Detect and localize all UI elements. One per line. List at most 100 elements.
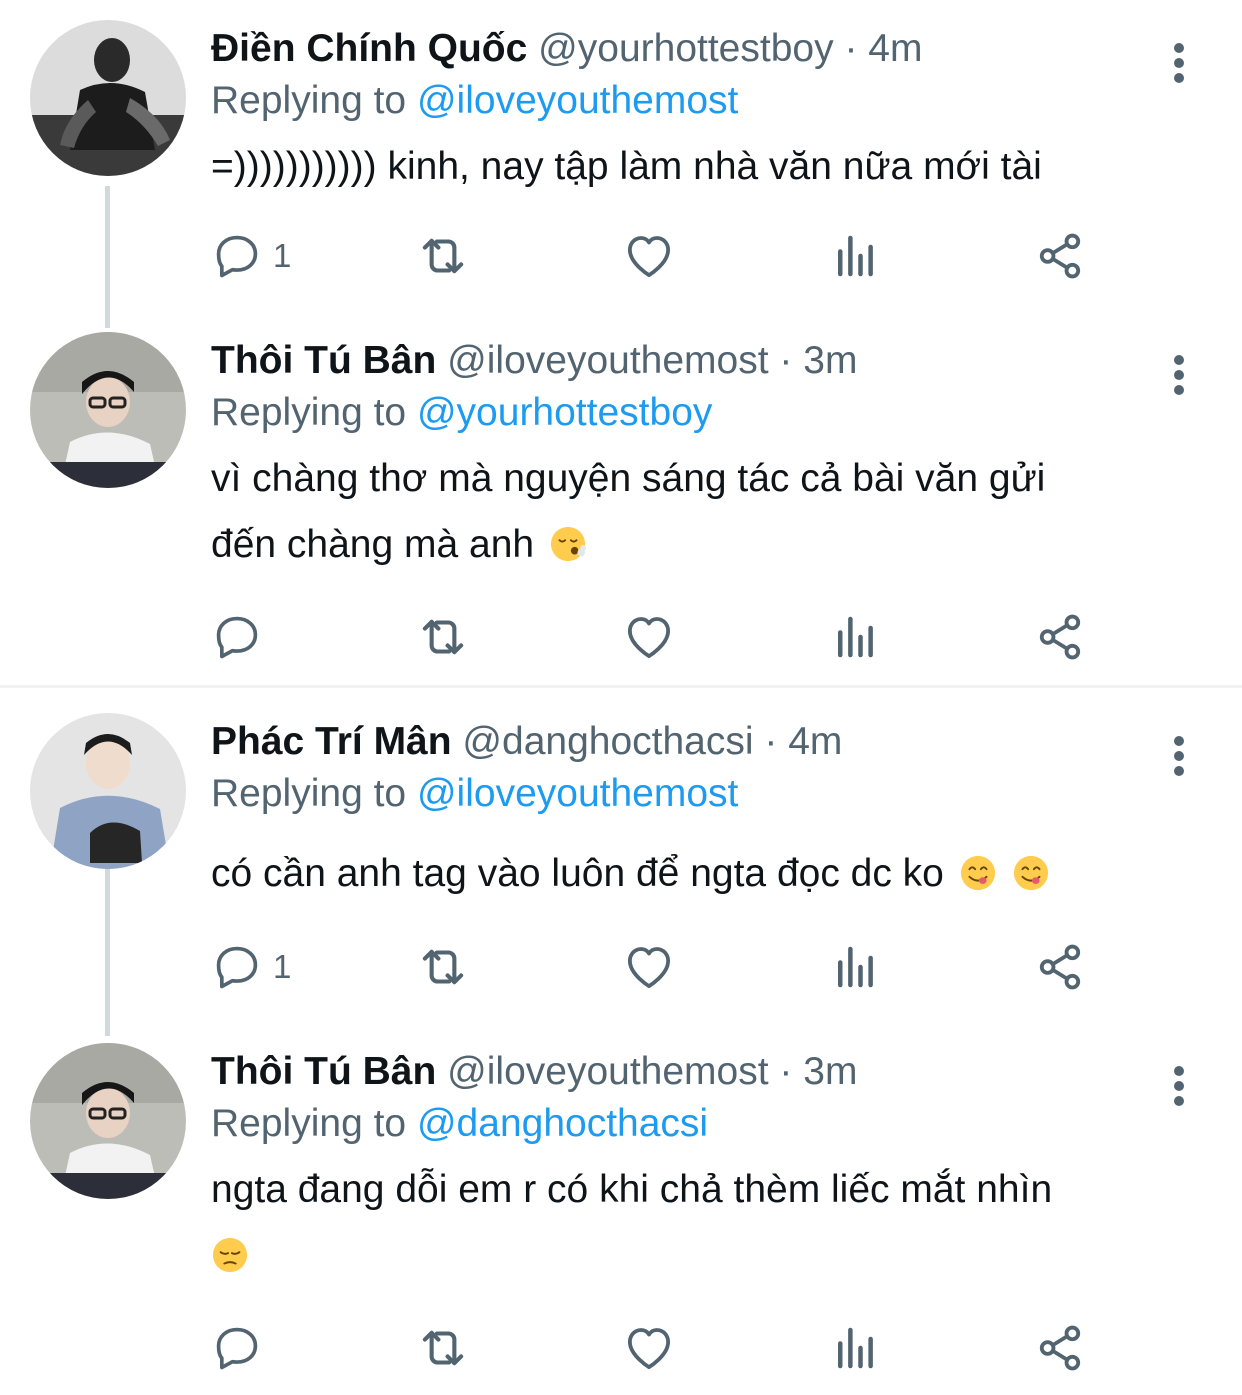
- retweet-button[interactable]: [414, 1320, 472, 1376]
- tweet[interactable]: Thôi Tú Bân @iloveyouthemost · 3m Replyi…: [0, 332, 1242, 672]
- tweet-header: Thôi Tú Bân @iloveyouthemost · 3m: [211, 336, 857, 386]
- replying-prefix: Replying to: [211, 391, 407, 434]
- user-handle[interactable]: @yourhottestboy: [538, 27, 833, 70]
- like-icon: [622, 229, 676, 283]
- share-icon: [1033, 610, 1087, 664]
- action-bar: [211, 609, 1111, 665]
- like-button[interactable]: [622, 228, 676, 284]
- retweet-icon: [414, 1319, 472, 1377]
- mention-link[interactable]: @yourhottestboy: [417, 391, 712, 434]
- share-button[interactable]: [1033, 228, 1087, 284]
- tweet[interactable]: Phác Trí Mân @danghocthacsi · 4m Replyin…: [0, 713, 1242, 1013]
- more-icon[interactable]: [1162, 38, 1196, 88]
- share-icon: [1033, 1321, 1087, 1375]
- display-name[interactable]: Thôi Tú Bân: [211, 339, 436, 382]
- like-icon: [622, 610, 676, 664]
- retweet-icon: [414, 938, 472, 996]
- avatar[interactable]: [30, 713, 186, 869]
- timestamp[interactable]: 3m: [803, 339, 857, 382]
- like-button[interactable]: [622, 939, 676, 995]
- more-icon[interactable]: [1162, 731, 1196, 781]
- analytics-button[interactable]: [829, 609, 883, 665]
- more-icon[interactable]: [1162, 350, 1196, 400]
- analytics-icon: [829, 610, 883, 664]
- retweet-button[interactable]: [414, 228, 472, 284]
- reply-button[interactable]: 1: [211, 939, 291, 995]
- avatar[interactable]: [30, 20, 186, 176]
- tweet[interactable]: Thôi Tú Bân @iloveyouthemost · 3m Replyi…: [0, 1043, 1242, 1383]
- action-bar: [211, 1320, 1111, 1376]
- share-button[interactable]: [1033, 939, 1087, 995]
- tweet-text-line: =))))))))))) kinh, nay tập làm nhà văn n…: [211, 145, 1042, 188]
- avatar[interactable]: [30, 332, 186, 488]
- tweet-text: =))))))))))) kinh, nay tập làm nhà văn n…: [211, 134, 1201, 200]
- replying-to: Replying to @iloveyouthemost: [211, 769, 738, 819]
- mention-link[interactable]: @iloveyouthemost: [417, 772, 738, 815]
- like-icon: [622, 940, 676, 994]
- retweet-button[interactable]: [414, 939, 472, 995]
- tweet-text: vì chàng thơ mà nguyện sáng tác cả bài v…: [211, 446, 1201, 578]
- mention-link[interactable]: @iloveyouthemost: [417, 79, 738, 122]
- reply-count: 1: [273, 948, 292, 985]
- share-icon: [1033, 229, 1087, 283]
- like-button[interactable]: [622, 609, 676, 665]
- tweet-header: Thôi Tú Bân @iloveyouthemost · 3m: [211, 1047, 857, 1097]
- timestamp[interactable]: 4m: [868, 27, 922, 70]
- reply-icon: [211, 1322, 263, 1374]
- reply-button[interactable]: [211, 1320, 273, 1376]
- separator-dot: ·: [844, 27, 858, 70]
- action-bar: 1: [211, 939, 1111, 995]
- mention-link[interactable]: @danghocthacsi: [417, 1102, 708, 1145]
- tweet-header: Điền Chính Quốc @yourhottestboy · 4m: [211, 24, 922, 74]
- reply-icon: [211, 941, 263, 993]
- analytics-icon: [829, 1321, 883, 1375]
- separator-dot: ·: [764, 720, 778, 763]
- display-name[interactable]: Phác Trí Mân: [211, 720, 452, 763]
- analytics-icon: [829, 229, 883, 283]
- conversation-divider: [0, 685, 1242, 688]
- tweet-header: Phác Trí Mân @danghocthacsi · 4m: [211, 717, 842, 767]
- action-bar: 1: [211, 228, 1111, 284]
- replying-to: Replying to @iloveyouthemost: [211, 76, 738, 126]
- reply-count: 1: [273, 237, 292, 274]
- user-handle[interactable]: @iloveyouthemost: [447, 1050, 768, 1093]
- separator-dot: ·: [779, 1050, 793, 1093]
- replying-to: Replying to @yourhottestboy: [211, 388, 712, 438]
- reply-button[interactable]: 1: [211, 228, 291, 284]
- reply-icon: [211, 611, 263, 663]
- retweet-icon: [414, 227, 472, 285]
- yum-face-emoji: [1013, 855, 1048, 891]
- user-handle[interactable]: @iloveyouthemost: [447, 339, 768, 382]
- share-button[interactable]: [1033, 1320, 1087, 1376]
- tweet-text: có cần anh tag vào luôn để ngta đọc dc k…: [211, 841, 1201, 907]
- yum-face-emoji: [960, 855, 995, 891]
- replying-prefix: Replying to: [211, 79, 407, 122]
- share-icon: [1033, 940, 1087, 994]
- analytics-button[interactable]: [829, 228, 883, 284]
- share-button[interactable]: [1033, 609, 1087, 665]
- replying-to: Replying to @danghocthacsi: [211, 1099, 708, 1149]
- tweet-text: ngta đang dỗi em r có khi chả thèm liếc …: [211, 1157, 1201, 1289]
- display-name[interactable]: Điền Chính Quốc: [211, 27, 527, 70]
- avatar[interactable]: [30, 1043, 186, 1199]
- reply-button[interactable]: [211, 609, 273, 665]
- analytics-button[interactable]: [829, 1320, 883, 1376]
- pensive-face-emoji: [212, 1237, 248, 1273]
- user-handle[interactable]: @danghocthacsi: [462, 720, 753, 763]
- more-icon[interactable]: [1162, 1061, 1196, 1111]
- replying-prefix: Replying to: [211, 1102, 407, 1145]
- reply-icon: [211, 230, 263, 282]
- tweet-text-line: ngta đang dỗi em r có khi chả thèm liếc …: [211, 1168, 1053, 1211]
- timestamp[interactable]: 3m: [803, 1050, 857, 1093]
- like-icon: [622, 1321, 676, 1375]
- replying-prefix: Replying to: [211, 772, 407, 815]
- like-button[interactable]: [622, 1320, 676, 1376]
- tweet[interactable]: Điền Chính Quốc @yourhottestboy · 4m Rep…: [0, 20, 1242, 290]
- display-name[interactable]: Thôi Tú Bân: [211, 1050, 436, 1093]
- face-exhaling-emoji: [550, 526, 586, 562]
- tweet-text-line: đến chàng mà anh: [211, 523, 535, 566]
- analytics-button[interactable]: [829, 939, 883, 995]
- timestamp[interactable]: 4m: [788, 720, 842, 763]
- tweet-text-line: vì chàng thơ mà nguyện sáng tác cả bài v…: [211, 457, 1046, 500]
- retweet-button[interactable]: [414, 609, 472, 665]
